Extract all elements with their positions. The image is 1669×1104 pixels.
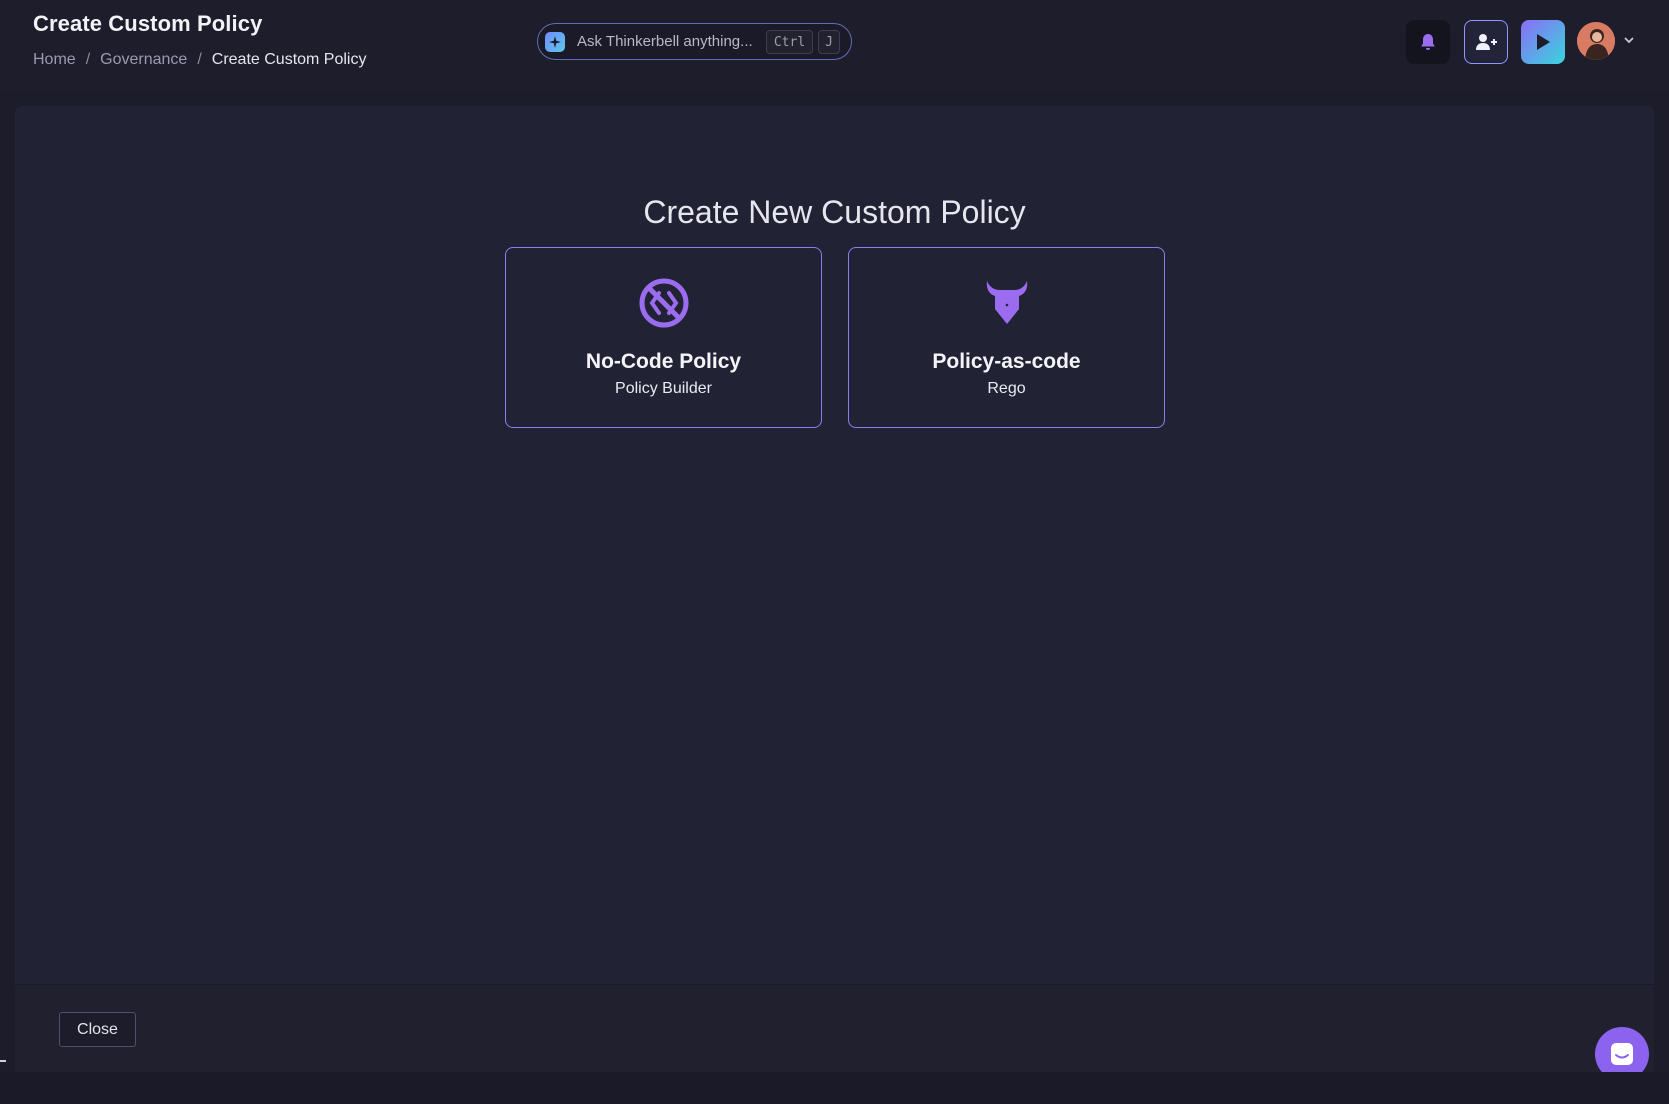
breadcrumb-current: Create Custom Policy	[211, 51, 367, 68]
breadcrumb: Home / Governance / Create Custom Policy	[33, 51, 366, 69]
play-button[interactable]	[1521, 20, 1565, 64]
no-code-icon	[639, 278, 689, 328]
shortcut-key-j: J	[818, 30, 840, 54]
breadcrumb-governance[interactable]: Governance	[100, 51, 187, 69]
policy-type-panel: Create New Custom Policy No-Code Policy …	[15, 106, 1654, 1072]
chevron-down-icon[interactable]	[1622, 33, 1636, 47]
user-avatar[interactable]	[1577, 22, 1615, 60]
bottom-strip	[0, 1072, 1669, 1104]
breadcrumb-separator: /	[85, 51, 91, 68]
rego-icon	[986, 281, 1028, 324]
invite-user-button[interactable]	[1464, 20, 1508, 64]
bell-icon	[1421, 34, 1435, 50]
ask-placeholder: Ask Thinkerbell anything...	[577, 33, 753, 50]
breadcrumb-home[interactable]: Home	[33, 51, 76, 69]
card-title: No-Code Policy	[585, 350, 742, 373]
close-button[interactable]: Close	[59, 1012, 136, 1047]
panel-heading: Create New Custom Policy	[643, 194, 1026, 230]
policy-as-code-card[interactable]: Policy-as-code Rego	[848, 247, 1165, 428]
panel-footer: Close	[15, 984, 1654, 1072]
thinkerbell-logo-icon	[545, 31, 565, 52]
page-title: Create Custom Policy	[33, 11, 263, 36]
shortcut-key-ctrl: Ctrl	[766, 30, 813, 54]
play-icon	[1537, 34, 1550, 50]
top-bar: Create Custom Policy Home / Governance /…	[0, 0, 1669, 92]
notifications-button[interactable]	[1406, 20, 1450, 64]
breadcrumb-separator: /	[197, 51, 202, 68]
card-subtitle: Policy Builder	[615, 380, 712, 397]
chat-icon	[1611, 1043, 1633, 1065]
add-user-icon	[1476, 34, 1497, 50]
card-title: Policy-as-code	[932, 350, 1081, 373]
sidebar-toggle-handle[interactable]	[0, 1060, 6, 1062]
ask-thinkerbell-input[interactable]: Ask Thinkerbell anything... Ctrl J	[537, 23, 852, 60]
card-subtitle: Rego	[987, 380, 1026, 397]
no-code-policy-card[interactable]: No-Code Policy Policy Builder	[505, 247, 822, 428]
